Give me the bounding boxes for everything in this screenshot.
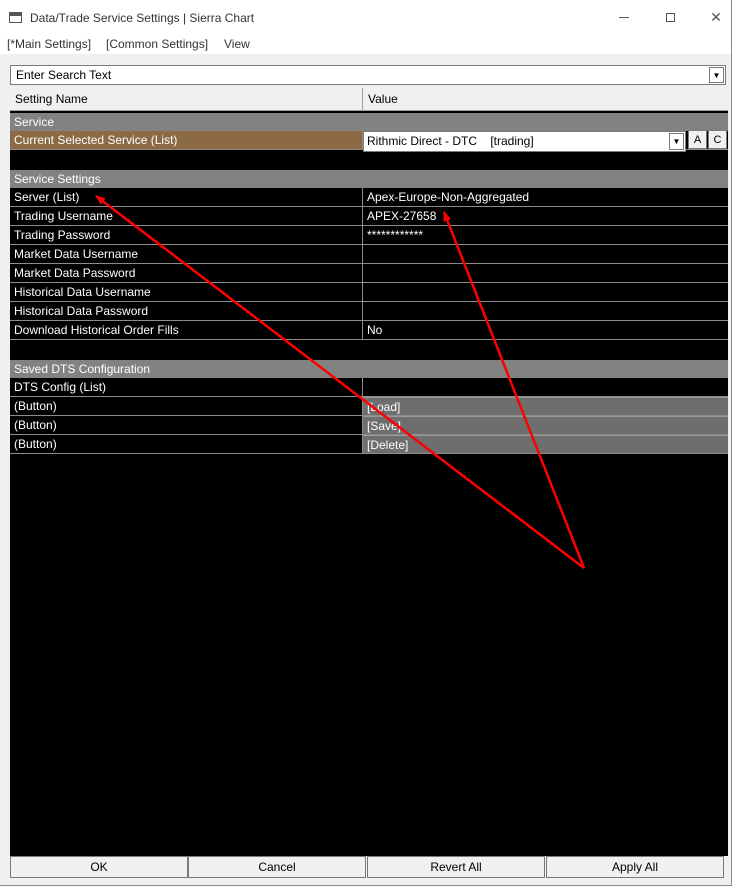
search-input[interactable] [11, 66, 708, 84]
table-row-historical-data-password[interactable]: Historical Data Password [10, 302, 728, 321]
section-service: Service [10, 113, 728, 131]
table-row-trading-password[interactable]: Trading Password ************ [10, 226, 728, 245]
table-row-save-button[interactable]: (Button) [Save] [10, 416, 728, 435]
menu-common-settings[interactable]: [Common Settings] [106, 37, 208, 51]
window-title: Data/Trade Service Settings | Sierra Cha… [30, 11, 255, 25]
table-row-historical-data-username[interactable]: Historical Data Username [10, 283, 728, 302]
setting-name: DTS Config (List) [10, 378, 363, 396]
chevron-down-icon: ▼ [672, 137, 681, 146]
apply-all-button[interactable]: Apply All [546, 856, 724, 878]
menu-main-settings[interactable]: [*Main Settings] [7, 37, 91, 51]
section-saved-dts-configuration: Saved DTS Configuration [10, 360, 728, 378]
service-dropdown-button[interactable]: ▼ [669, 133, 684, 150]
service-c-button[interactable]: C [708, 130, 727, 149]
menu-view[interactable]: View [224, 37, 250, 51]
section-service-settings: Service Settings [10, 170, 728, 188]
cancel-button[interactable]: Cancel [188, 856, 366, 878]
chevron-down-icon: ▼ [712, 70, 721, 80]
service-select-value: Rithmic Direct - DTC [trading] [367, 134, 534, 148]
table-row-delete-button[interactable]: (Button) [Delete] [10, 435, 728, 454]
setting-name: (Button) [10, 416, 363, 434]
service-a-button[interactable]: A [688, 130, 707, 149]
table-row-load-button[interactable]: (Button) [Load] [10, 397, 728, 416]
table-row-market-data-password[interactable]: Market Data Password [10, 264, 728, 283]
maximize-button[interactable] [647, 0, 693, 35]
table-row-trading-username[interactable]: Trading Username APEX-27658 [10, 207, 728, 226]
setting-value[interactable]: ************ [363, 226, 728, 244]
setting-name: (Button) [10, 435, 363, 453]
app-window-icon [9, 12, 22, 23]
search-box: ▼ [10, 65, 726, 85]
ok-button[interactable]: OK [10, 856, 188, 878]
setting-value[interactable] [363, 378, 728, 396]
setting-value[interactable]: No [363, 321, 728, 339]
table-row-market-data-username[interactable]: Market Data Username [10, 245, 728, 264]
dialog-footer: OK Cancel Revert All Apply All [10, 856, 728, 878]
setting-name: Server (List) [10, 188, 363, 206]
settings-window: Data/Trade Service Settings | Sierra Cha… [0, 0, 732, 886]
setting-name: Historical Data Username [10, 283, 363, 301]
service-select[interactable]: Rithmic Direct - DTC [trading] ▼ [363, 131, 686, 152]
setting-name: Trading Username [10, 207, 363, 225]
column-header-setting-name[interactable]: Setting Name [10, 88, 363, 110]
save-button[interactable]: [Save] [363, 416, 728, 434]
setting-value[interactable] [363, 245, 728, 263]
grid-header: Setting Name Value [10, 88, 728, 111]
load-button[interactable]: [Load] [363, 397, 728, 415]
revert-all-button[interactable]: Revert All [367, 856, 545, 878]
setting-name: Market Data Password [10, 264, 363, 282]
search-dropdown-button[interactable]: ▼ [709, 67, 724, 83]
setting-value[interactable]: Apex-Europe-Non-Aggregated [363, 188, 728, 206]
title-bar[interactable]: Data/Trade Service Settings | Sierra Cha… [0, 0, 731, 35]
setting-name: (Button) [10, 397, 363, 415]
minimize-button[interactable] [601, 0, 647, 35]
background-window-edge [732, 0, 741, 890]
setting-name: Trading Password [10, 226, 363, 244]
menu-bar: [*Main Settings] [Common Settings] View [0, 35, 731, 54]
background-window-text [90, 879, 730, 890]
setting-value[interactable] [363, 283, 728, 301]
setting-name: Market Data Username [10, 245, 363, 263]
setting-value[interactable] [363, 264, 728, 282]
table-row-server[interactable]: Server (List) Apex-Europe-Non-Aggregated [10, 188, 728, 207]
close-button[interactable] [693, 0, 731, 35]
column-header-value[interactable]: Value [363, 88, 727, 110]
setting-name: Historical Data Password [10, 302, 363, 320]
setting-value[interactable] [363, 302, 728, 320]
table-row-download-historical-order-fills[interactable]: Download Historical Order Fills No [10, 321, 728, 340]
settings-grid: Setting Name Value Service Current Selec… [10, 88, 728, 856]
table-row-dts-config[interactable]: DTS Config (List) [10, 378, 728, 397]
setting-name: Download Historical Order Fills [10, 321, 363, 339]
setting-name-current-service: Current Selected Service (List) [10, 131, 363, 149]
delete-button[interactable]: [Delete] [363, 435, 728, 453]
setting-value[interactable]: APEX-27658 [363, 207, 728, 225]
